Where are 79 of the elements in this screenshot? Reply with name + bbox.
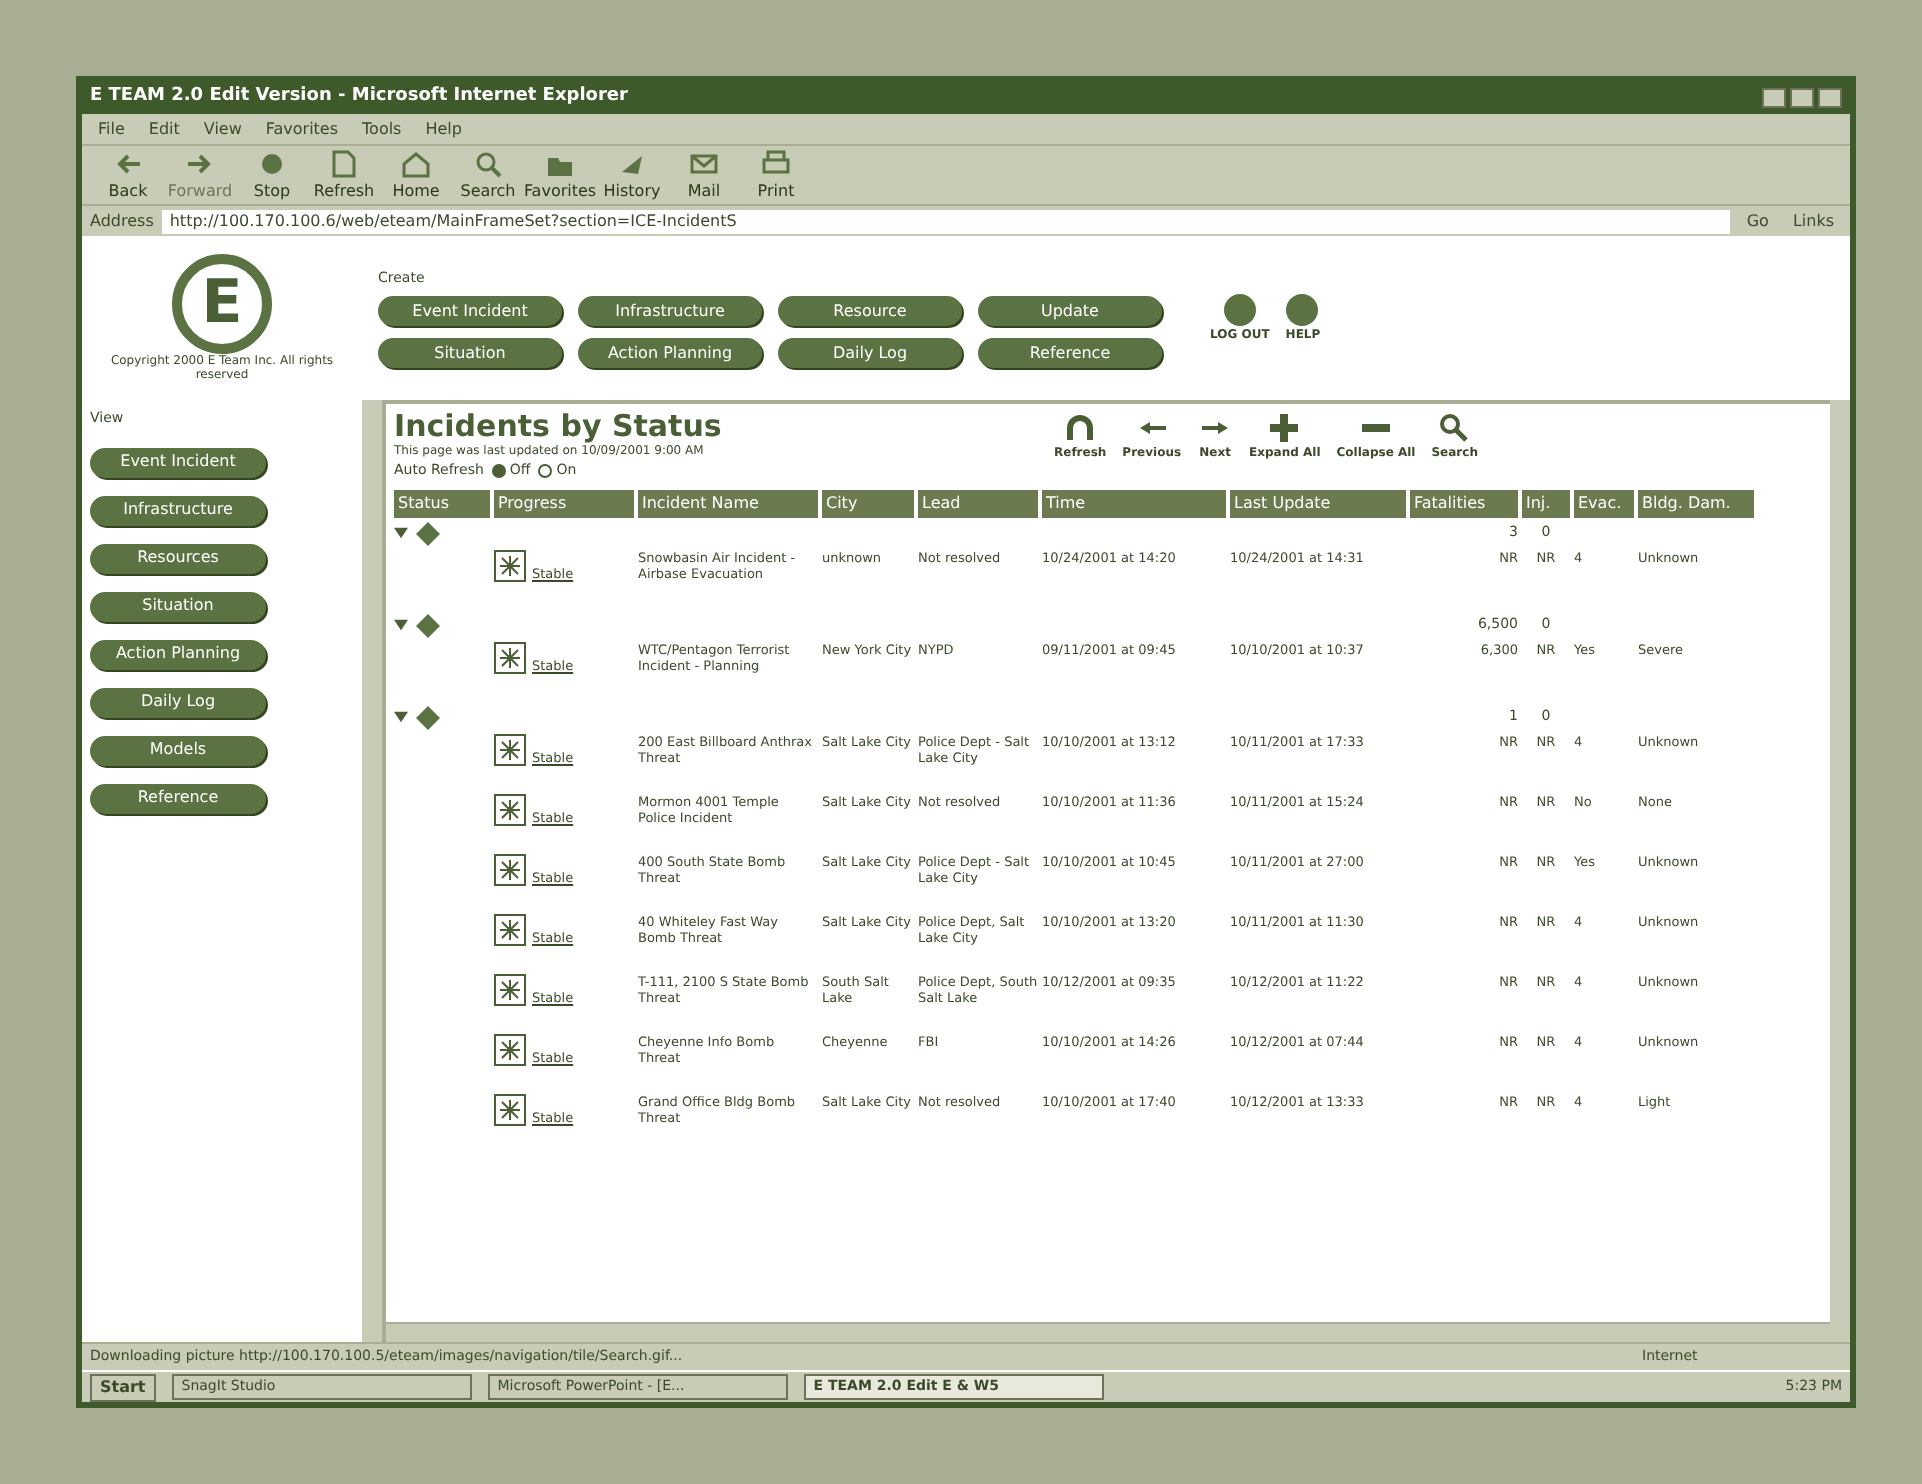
diamond-icon [416,521,440,545]
address-label: Address [90,209,154,233]
column-header[interactable]: Inj. [1522,489,1570,517]
create-button[interactable]: Action Planning [578,338,762,369]
column-header[interactable]: Progress [494,489,634,517]
toolbar-button[interactable]: History [602,148,662,204]
incident-icon[interactable] [494,1033,526,1065]
view-button[interactable]: Infrastructure [90,495,266,525]
logo: E [172,253,272,353]
page-heading: Incidents by Status [394,412,724,442]
menu-item[interactable]: Tools [362,117,402,141]
view-button[interactable]: Resources [90,543,266,573]
expand-triangle-icon[interactable] [394,710,408,724]
expand-triangle-icon[interactable] [394,618,408,632]
links-button[interactable]: Links [1784,209,1842,233]
incident-icon[interactable] [494,549,526,581]
create-button[interactable]: Daily Log [778,338,962,369]
view-button[interactable]: Situation [90,591,266,621]
page-icon [328,148,360,180]
view-button[interactable]: Models [90,735,266,765]
menu-item[interactable]: Edit [148,117,180,141]
column-header[interactable]: Fatalities [1410,489,1518,517]
column-header[interactable]: Last Update [1230,489,1406,517]
go-button[interactable]: Go [1738,209,1777,233]
toolbar-button[interactable]: Stop [242,148,302,204]
close-button[interactable] [1818,88,1842,108]
search-icon [472,148,504,180]
create-button[interactable]: Reference [978,338,1162,369]
column-header[interactable]: Incident Name [638,489,818,517]
incident-icon[interactable] [494,913,526,945]
column-header[interactable]: Evac. [1574,489,1634,517]
column-header[interactable]: Bldg. Dam. [1638,489,1754,517]
column-header[interactable]: Status [394,489,490,517]
view-button[interactable]: Event Incident [90,447,266,477]
incident-icon[interactable] [494,973,526,1005]
minimize-button[interactable] [1762,88,1786,108]
incident-icon[interactable] [494,641,526,673]
expand-triangle-icon[interactable] [394,526,408,540]
menu-item[interactable]: File [98,117,125,141]
toolbar-button[interactable]: Mail [674,148,734,204]
create-button[interactable]: Resource [778,296,962,327]
search-icon [1436,412,1473,444]
create-button[interactable]: Situation [378,338,562,369]
maximize-button[interactable] [1790,88,1814,108]
create-button[interactable]: Infrastructure [578,296,762,327]
view-button[interactable]: Reference [90,783,266,813]
stop-icon [256,148,288,180]
incident-icon[interactable] [494,733,526,765]
start-button[interactable]: Start [90,1373,156,1401]
diamond-icon [416,613,440,637]
toolbar-button[interactable]: Print [746,148,806,204]
vertical-scrollbar[interactable] [1830,400,1850,1342]
toolbar-button[interactable]: Back [98,148,158,204]
radio-button[interactable] [538,463,553,478]
incident-icon[interactable] [494,853,526,885]
create-button[interactable]: Update [978,296,1162,327]
view-button[interactable]: Action Planning [90,639,266,669]
incident-icon[interactable] [494,793,526,825]
refresh-icon [1062,412,1099,444]
menu-item[interactable]: View [203,117,242,141]
column-header[interactable]: City [822,489,914,517]
window-title: E TEAM 2.0 Edit Version - Microsoft Internet Explorer [90,84,630,111]
menu-item[interactable]: Favorites [265,117,339,141]
toolbar-button[interactable]: Search [458,148,518,204]
horizontal-scrollbar[interactable] [386,1322,1830,1342]
column-header[interactable]: Lead [918,489,1038,517]
printer-icon [760,148,792,180]
toolbar-button[interactable]: Refresh [314,148,374,204]
address-field[interactable]: http://100.170.100.6/web/eteam/MainFrameSet?section=ICE-IncidentS [161,209,1731,233]
radio-button[interactable] [491,463,506,478]
column-header[interactable]: Time [1042,489,1226,517]
view-button[interactable]: Daily Log [90,687,266,717]
toolbar-button[interactable]: Home [386,148,446,204]
incident-icon[interactable] [494,1093,526,1125]
diamond-icon [416,705,440,729]
menu-item[interactable]: Help [425,117,462,141]
plus-icon [1266,412,1303,444]
create-button[interactable]: Event Incident [378,296,562,327]
home-icon [400,148,432,180]
